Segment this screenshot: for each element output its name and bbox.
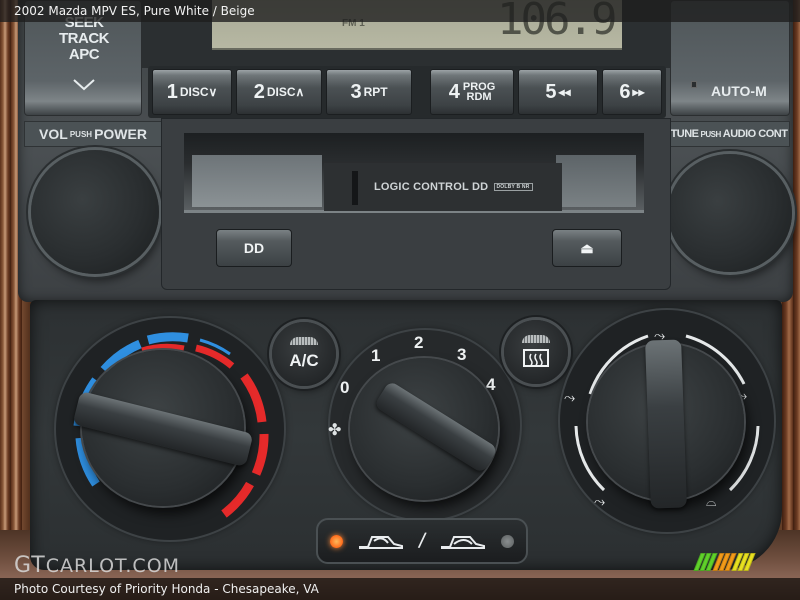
page-title: 2002 Mazda MPV ES, Pure White / Beige bbox=[0, 0, 800, 22]
ac-button[interactable]: A/C bbox=[272, 322, 336, 386]
push-text: PUSH bbox=[700, 129, 722, 139]
fan-speed-1: 1 bbox=[371, 346, 381, 365]
preset-number: 3 bbox=[350, 80, 362, 103]
volume-knob[interactable] bbox=[31, 150, 159, 274]
rating-group-yellow bbox=[731, 553, 756, 571]
dial-handle[interactable] bbox=[645, 339, 687, 509]
dolby-icon: DD bbox=[471, 181, 489, 193]
eject-icon: ⏏ bbox=[580, 239, 594, 256]
cassette-slot[interactable]: LOGIC CONTROL DD DOLBY B NR bbox=[184, 133, 644, 213]
cassette-deck: LOGIC CONTROL DD DOLBY B NR DD ⏏ bbox=[161, 118, 671, 290]
cassette-door: LOGIC CONTROL DD DOLBY B NR bbox=[324, 163, 562, 211]
preset-buttons: 1 DISC∨ 2 DISC∧ 3 RPT 4 PROG RDM 5 ◂◂ 6 … bbox=[148, 66, 666, 118]
rear-defrost-icon bbox=[523, 349, 549, 367]
chevron-down-icon bbox=[73, 79, 95, 91]
temperature-dial[interactable] bbox=[72, 350, 254, 506]
indicator-icon bbox=[691, 81, 697, 88]
fresh-air-indicator bbox=[330, 534, 343, 548]
preset-label: DISC∨ bbox=[179, 85, 218, 99]
floor-icon: ⤳ bbox=[594, 494, 605, 510]
dial-handle[interactable] bbox=[72, 390, 254, 468]
power-text: POWER bbox=[94, 126, 147, 142]
push-text: PUSH bbox=[69, 129, 93, 139]
defrost-indicator bbox=[522, 335, 550, 343]
vol-text: VOL bbox=[39, 126, 68, 142]
bi-level-icon: ⤳ bbox=[564, 390, 575, 406]
track-label: TRACK bbox=[59, 30, 110, 47]
preset-1-disc-down-button[interactable]: 1 DISC∨ bbox=[152, 69, 232, 115]
logic-control-label: LOGIC CONTROL DD DOLBY B NR bbox=[374, 181, 533, 193]
separator-slash: / bbox=[416, 527, 428, 554]
photo-scene: SEEK TRACK APC FM 1 106.9 AUTO-M 1 DISC∨ bbox=[0, 0, 800, 600]
preset-5-rewind-button[interactable]: 5 ◂◂ bbox=[518, 69, 598, 115]
tune-text: TUNE bbox=[670, 128, 699, 140]
preset-4-prog-random-button[interactable]: 4 PROG RDM bbox=[430, 69, 514, 115]
radio-head-unit: SEEK TRACK APC FM 1 106.9 AUTO-M 1 DISC∨ bbox=[18, 0, 793, 302]
tune-knob[interactable] bbox=[668, 154, 792, 272]
recirculate-indicator bbox=[501, 534, 514, 548]
preset-label: PROG RDM bbox=[463, 82, 495, 103]
fresh-air-icon bbox=[358, 536, 403, 549]
dolby-nr-badge: DOLBY B NR bbox=[493, 183, 533, 192]
recirculate-icon bbox=[441, 536, 486, 549]
rating-group-green bbox=[693, 553, 718, 571]
vol-push-power-label: VOL PUSH POWER bbox=[24, 121, 162, 147]
rear-defrost-button[interactable] bbox=[504, 320, 568, 384]
fan-speed-3: 3 bbox=[457, 345, 467, 364]
auto-m-label: AUTO-M bbox=[711, 83, 767, 99]
air-intake-button[interactable]: / bbox=[316, 518, 528, 564]
preset-number: 5 bbox=[545, 80, 557, 103]
preset-label: RPT bbox=[363, 85, 388, 99]
preset-number: 4 bbox=[448, 80, 460, 103]
slot-inner-left bbox=[192, 155, 322, 207]
rdm-label: RDM bbox=[466, 91, 492, 103]
rewind-icon: ◂◂ bbox=[558, 85, 571, 99]
preset-number: 1 bbox=[166, 80, 178, 103]
watermark-logo: GTCARLOT.COM bbox=[14, 553, 180, 578]
air-mode-dial[interactable] bbox=[588, 339, 744, 509]
fast-forward-icon: ▸▸ bbox=[632, 85, 645, 99]
door-lever bbox=[352, 171, 358, 205]
defrost-icon: ⌓ bbox=[706, 495, 716, 510]
preset-label: DISC∧ bbox=[266, 85, 305, 99]
audio-cont-text: AUDIO CONT bbox=[722, 128, 788, 140]
watermark-rest: CARLOT.COM bbox=[45, 555, 181, 577]
fan-speed-dial[interactable] bbox=[350, 358, 499, 500]
seek-button-label: SEEK TRACK APC bbox=[25, 15, 143, 63]
preset-number: 6 bbox=[619, 80, 631, 103]
tune-push-audio-cont-label: TUNE PUSH AUDIO CONT bbox=[668, 121, 790, 147]
rating-group-orange bbox=[712, 553, 737, 571]
climate-control-panel: 0 1 2 3 4 ✤ A/C ⤳ ⤳ ⤳ ⤳ ⌓ / bbox=[30, 300, 782, 570]
fan-icon: ✤ bbox=[328, 422, 342, 439]
dial-handle[interactable] bbox=[373, 380, 499, 474]
apc-label: APC bbox=[68, 46, 100, 63]
logic-control-text: LOGIC CONTROL bbox=[374, 181, 469, 193]
preset-2-disc-up-button[interactable]: 2 DISC∧ bbox=[236, 69, 322, 115]
fan-speed-2: 2 bbox=[414, 333, 424, 352]
preset-6-fast-forward-button[interactable]: 6 ▸▸ bbox=[602, 69, 662, 115]
preset-number: 2 bbox=[253, 80, 265, 103]
photo-credit: Photo Courtesy of Priority Honda - Chesa… bbox=[0, 578, 800, 600]
preset-3-repeat-button[interactable]: 3 RPT bbox=[326, 69, 412, 115]
rating-stripes-icon bbox=[693, 553, 756, 571]
dolby-icon: DD bbox=[243, 240, 265, 256]
watermark-gt: GT bbox=[14, 553, 46, 578]
eject-button[interactable]: ⏏ bbox=[552, 229, 622, 267]
fan-speed-0: 0 bbox=[340, 378, 350, 397]
slot-inner-right bbox=[556, 155, 636, 207]
dolby-button[interactable]: DD bbox=[216, 229, 292, 267]
ac-indicator bbox=[290, 337, 318, 345]
ac-label: A/C bbox=[289, 351, 319, 370]
